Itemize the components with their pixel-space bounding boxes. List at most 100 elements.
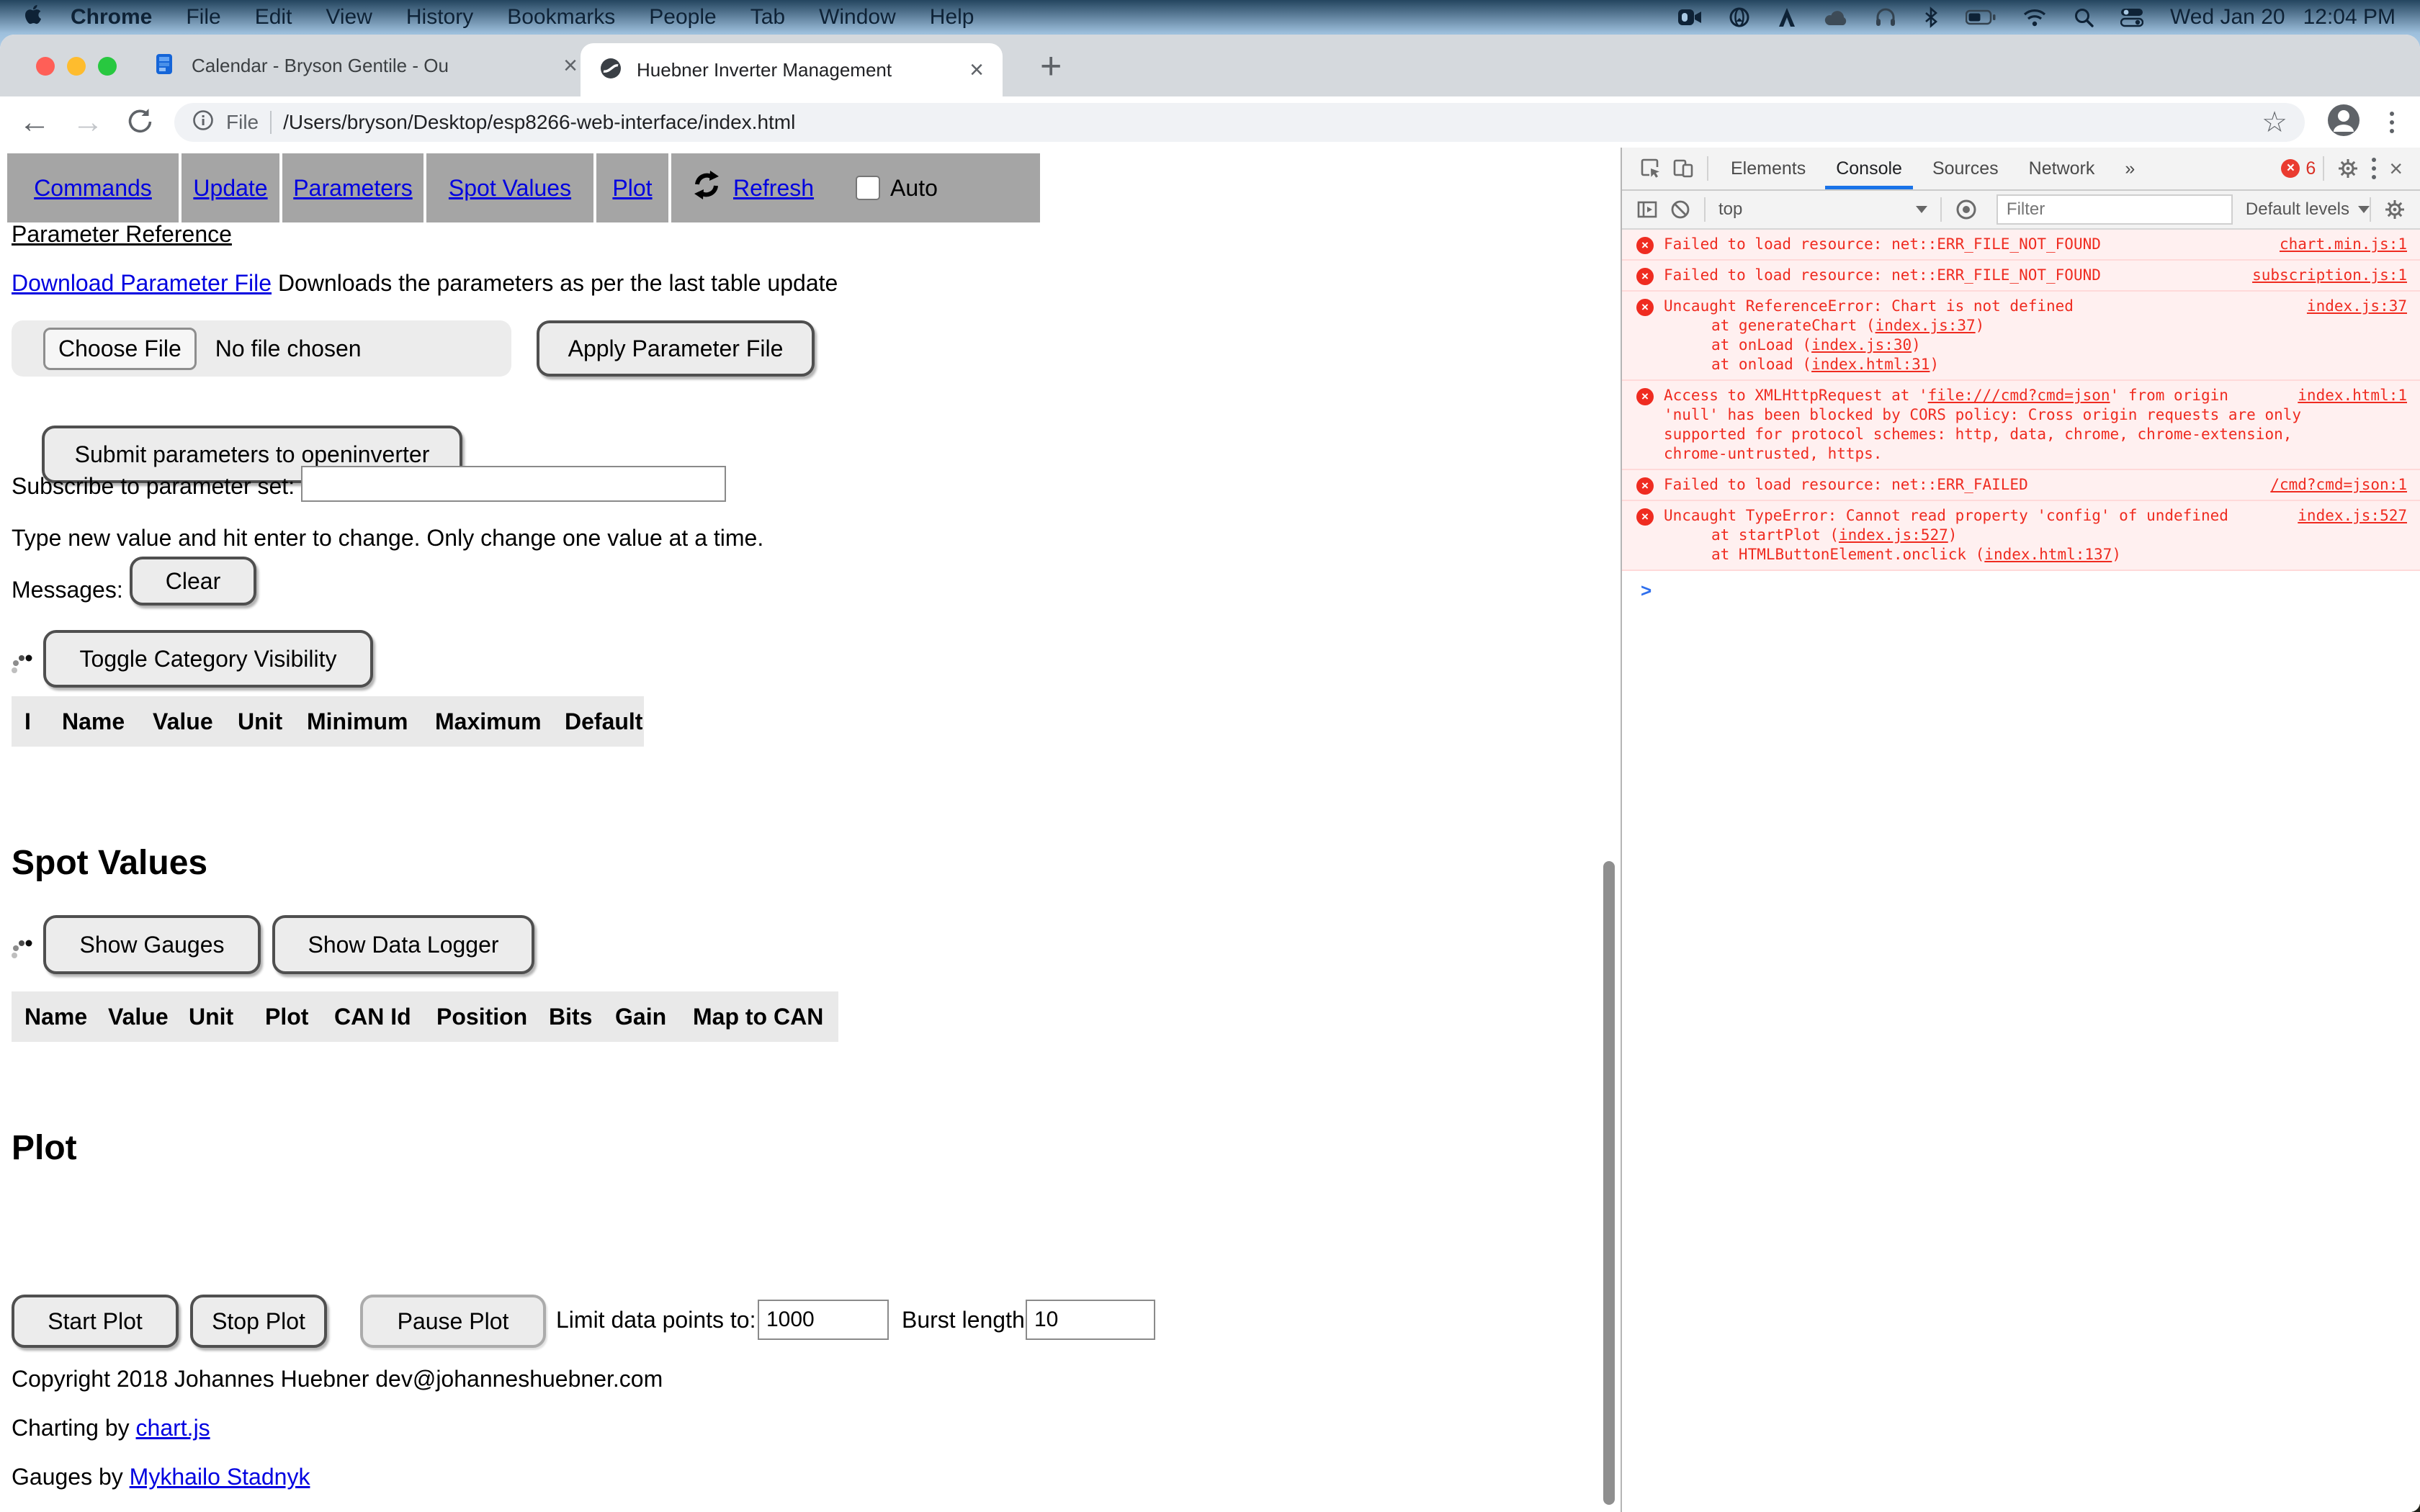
menu-item-window[interactable]: Window	[819, 5, 896, 30]
back-button[interactable]: ←	[19, 107, 50, 138]
tab-huebner-active[interactable]: Huebner Inverter Management ×	[581, 43, 1003, 96]
console-sidebar-icon[interactable]	[1636, 199, 1658, 220]
console-prompt[interactable]: >	[1622, 571, 2420, 609]
burst-input[interactable]	[1026, 1300, 1155, 1340]
menu-item-edit[interactable]: Edit	[255, 5, 292, 30]
nav-update[interactable]: Update	[182, 153, 279, 222]
cloud-icon[interactable]	[1824, 8, 1848, 27]
parameter-reference-link[interactable]: Parameter Reference	[12, 221, 232, 248]
browser-menu-icon[interactable]	[2390, 112, 2394, 133]
avatar[interactable]	[2326, 103, 2361, 141]
stack-source-link[interactable]: index.js:30	[1811, 336, 1912, 354]
choose-file-button[interactable]: Choose File	[43, 328, 197, 370]
console-url-link[interactable]: file:///cmd?cmd=json	[1928, 387, 2110, 404]
log-levels-selector[interactable]: Default levels	[2246, 199, 2370, 220]
error-icon: ×	[1636, 388, 1654, 405]
menu-bar-date[interactable]: Wed Jan 20	[2170, 5, 2285, 30]
page-scrollbar[interactable]	[1603, 861, 1615, 1505]
nav-spot-values[interactable]: Spot Values	[426, 153, 593, 222]
close-window-button[interactable]	[36, 57, 55, 76]
url-bar[interactable]: File /Users/bryson/Desktop/esp8266-web-i…	[174, 103, 2305, 142]
apple-menu-icon[interactable]	[24, 4, 42, 31]
wifi-icon[interactable]	[2022, 8, 2047, 27]
device-toolbar-icon[interactable]	[1672, 158, 1694, 179]
console-source-link[interactable]: index.html:1	[2298, 386, 2407, 405]
console-source-link[interactable]: subscription.js:1	[2252, 266, 2407, 285]
download-parameter-file-link[interactable]: Download Parameter File	[12, 270, 272, 296]
menu-bar-clock[interactable]: 12:04 PM	[2303, 5, 2396, 30]
gauges-author-link[interactable]: Mykhailo Stadnyk	[130, 1464, 310, 1490]
clear-button[interactable]: Clear	[130, 557, 256, 606]
forward-button[interactable]: →	[72, 107, 104, 138]
spotlight-search-icon[interactable]	[2074, 7, 2094, 27]
page-esp8266-interface: Commands Update Parameters Spot Values P…	[0, 148, 1621, 1512]
zoom-window-button[interactable]	[98, 57, 117, 76]
stack-frame: at HTMLButtonElement.onclick (index.html…	[1711, 545, 2407, 564]
pause-plot-button[interactable]: Pause Plot	[360, 1295, 546, 1348]
headphones-icon[interactable]	[1875, 6, 1896, 28]
tab-elements[interactable]: Elements	[1716, 148, 1821, 189]
show-data-logger-button[interactable]: Show Data Logger	[272, 915, 534, 974]
menu-item-file[interactable]: File	[186, 5, 220, 30]
console-source-link[interactable]: index.js:527	[2298, 506, 2407, 526]
stop-plot-button[interactable]: Stop Plot	[190, 1295, 327, 1348]
more-tabs-chevron[interactable]: »	[2110, 148, 2150, 189]
menu-item-tab[interactable]: Tab	[750, 5, 785, 30]
close-tab-icon[interactable]: ×	[563, 53, 578, 78]
console-source-link[interactable]: index.js:37	[2307, 297, 2407, 316]
console-source-link[interactable]: /cmd?cmd=json:1	[2270, 475, 2407, 495]
show-gauges-button[interactable]: Show Gauges	[43, 915, 261, 974]
devtools-menu-icon[interactable]	[2372, 158, 2376, 179]
info-icon[interactable]	[192, 109, 215, 135]
toggle-category-visibility-button[interactable]: Toggle Category Visibility	[43, 630, 373, 688]
subscribe-input[interactable]	[301, 466, 726, 502]
bookmark-star-icon[interactable]: ☆	[2262, 106, 2287, 139]
start-plot-button[interactable]: Start Plot	[12, 1295, 179, 1348]
refresh-icon[interactable]	[690, 169, 723, 207]
console-source-link[interactable]: chart.min.js:1	[2280, 235, 2407, 254]
video-camera-icon[interactable]	[1677, 7, 1702, 27]
stack-source-link[interactable]: index.js:527	[1839, 526, 1948, 544]
reload-button[interactable]	[125, 107, 153, 138]
close-tab-icon[interactable]: ×	[969, 58, 984, 82]
tab-calendar[interactable]: Calendar - Bryson Gentile - Ou ×	[147, 35, 585, 96]
devtools-close-icon[interactable]: ×	[2389, 156, 2403, 182]
tab-sources[interactable]: Sources	[1917, 148, 2014, 189]
devtools-settings-icon[interactable]	[2337, 158, 2359, 179]
inspect-element-icon[interactable]	[1639, 158, 1661, 179]
bluetooth-icon[interactable]	[1923, 6, 1939, 28]
tab-network[interactable]: Network	[2014, 148, 2110, 189]
stack-source-link[interactable]: index.js:37	[1876, 317, 1976, 334]
stack-source-link[interactable]: index.html:31	[1811, 356, 1930, 373]
nav-commands[interactable]: Commands	[7, 153, 179, 222]
stack-source-link[interactable]: index.html:137	[1984, 546, 2112, 563]
nav-parameters[interactable]: Parameters	[282, 153, 424, 222]
menu-item-chrome[interactable]: Chrome	[71, 5, 152, 30]
globe-icon[interactable]	[1729, 6, 1750, 28]
mountain-icon[interactable]	[1777, 6, 1797, 28]
nav-plot[interactable]: Plot	[596, 153, 668, 222]
url-text[interactable]: /Users/bryson/Desktop/esp8266-web-interf…	[283, 111, 795, 134]
menu-item-bookmarks[interactable]: Bookmarks	[507, 5, 615, 30]
new-tab-button[interactable]: +	[1040, 45, 1062, 88]
context-selector[interactable]: top	[1713, 199, 1933, 220]
control-center-icon[interactable]	[2120, 6, 2143, 28]
console-filter-input[interactable]	[1996, 194, 2233, 225]
auto-checkbox[interactable]	[856, 176, 880, 200]
chartjs-link[interactable]: chart.js	[136, 1415, 210, 1441]
menu-item-people[interactable]: People	[649, 5, 716, 30]
menu-item-view[interactable]: View	[326, 5, 372, 30]
clear-console-icon[interactable]	[1670, 199, 1691, 220]
limit-input[interactable]	[758, 1300, 889, 1340]
live-expression-icon[interactable]	[1955, 198, 1978, 221]
error-icon: ×	[1636, 268, 1654, 285]
menu-item-history[interactable]: History	[406, 5, 473, 30]
apply-parameter-file-button[interactable]: Apply Parameter File	[537, 320, 815, 377]
minimize-window-button[interactable]	[67, 57, 86, 76]
console-settings-icon[interactable]	[2384, 199, 2406, 220]
error-count-badge[interactable]: ×6	[2281, 158, 2316, 179]
battery-icon[interactable]	[1966, 9, 1996, 26]
tab-console[interactable]: Console	[1821, 148, 1917, 189]
refresh-link[interactable]: Refresh	[733, 175, 814, 202]
menu-item-help[interactable]: Help	[930, 5, 974, 30]
